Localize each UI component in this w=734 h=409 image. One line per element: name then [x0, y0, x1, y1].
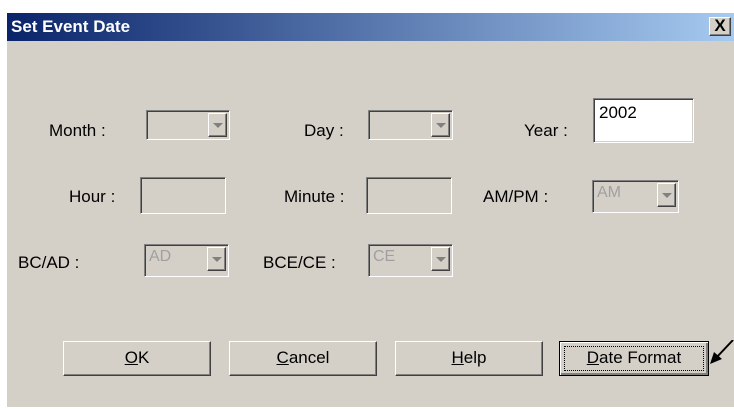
bcad-value: AD [149, 248, 172, 265]
date-format-label-rest: ate Format [599, 348, 682, 367]
ok-label-rest: K [137, 348, 150, 367]
cancel-label-rest: ancel [288, 348, 330, 367]
minute-input[interactable] [366, 177, 452, 214]
year-input[interactable]: 2002 [593, 98, 694, 143]
help-mnemonic: H [451, 348, 464, 367]
cancel-mnemonic: C [276, 348, 289, 367]
day-combo[interactable] [368, 110, 453, 140]
bcece-label: BCE/CE : [263, 253, 336, 272]
cancel-button-label: Cancel [277, 348, 330, 367]
day-label: Day : [304, 121, 344, 140]
callout-arrow-icon [710, 340, 734, 364]
year-value: 2002 [599, 103, 637, 122]
year-label: Year : [524, 121, 568, 140]
title-bar[interactable]: Set Event Date X [7, 13, 734, 41]
chevron-down-icon [436, 257, 446, 262]
chevron-down-icon [212, 257, 222, 262]
close-icon: X [714, 16, 726, 35]
chevron-down-icon [662, 193, 672, 198]
ampm-combo[interactable]: AM [592, 180, 679, 213]
date-format-button-label: Date Format [587, 348, 681, 367]
bcad-label: BC/AD : [18, 253, 80, 272]
month-label: Month : [49, 121, 106, 140]
bcece-dropdown-button[interactable] [431, 247, 450, 271]
ok-mnemonic: O [124, 348, 138, 367]
hour-input[interactable] [140, 177, 226, 214]
ampm-dropdown-button[interactable] [657, 183, 676, 207]
bcece-combo[interactable]: CE [368, 244, 453, 277]
ok-button-label: OK [125, 348, 150, 367]
cancel-button[interactable]: Cancel [229, 341, 377, 376]
ampm-label: AM/PM : [483, 187, 549, 206]
chevron-down-icon [436, 123, 446, 128]
chevron-down-icon [213, 123, 223, 128]
ampm-value: AM [597, 184, 621, 201]
day-dropdown-button[interactable] [431, 113, 450, 137]
month-dropdown-button[interactable] [208, 113, 227, 137]
bcad-combo[interactable]: AD [144, 244, 229, 277]
minute-label: Minute : [284, 187, 345, 206]
month-combo[interactable] [146, 110, 230, 140]
help-button-label: Help [452, 348, 487, 367]
ok-button[interactable]: OK [63, 341, 211, 376]
date-format-button[interactable]: Date Format [559, 341, 709, 376]
set-event-date-dialog: Set Event Date X Month : Day : Year : 20… [6, 12, 734, 407]
bcad-dropdown-button[interactable] [207, 247, 226, 271]
help-label-rest: elp [463, 348, 487, 367]
help-button[interactable]: Help [395, 341, 543, 376]
bcece-value: CE [373, 248, 396, 265]
hour-label: Hour : [69, 187, 116, 206]
dialog-title: Set Event Date [11, 17, 131, 36]
date-format-mnemonic: D [586, 348, 600, 367]
close-button[interactable]: X [709, 17, 731, 36]
